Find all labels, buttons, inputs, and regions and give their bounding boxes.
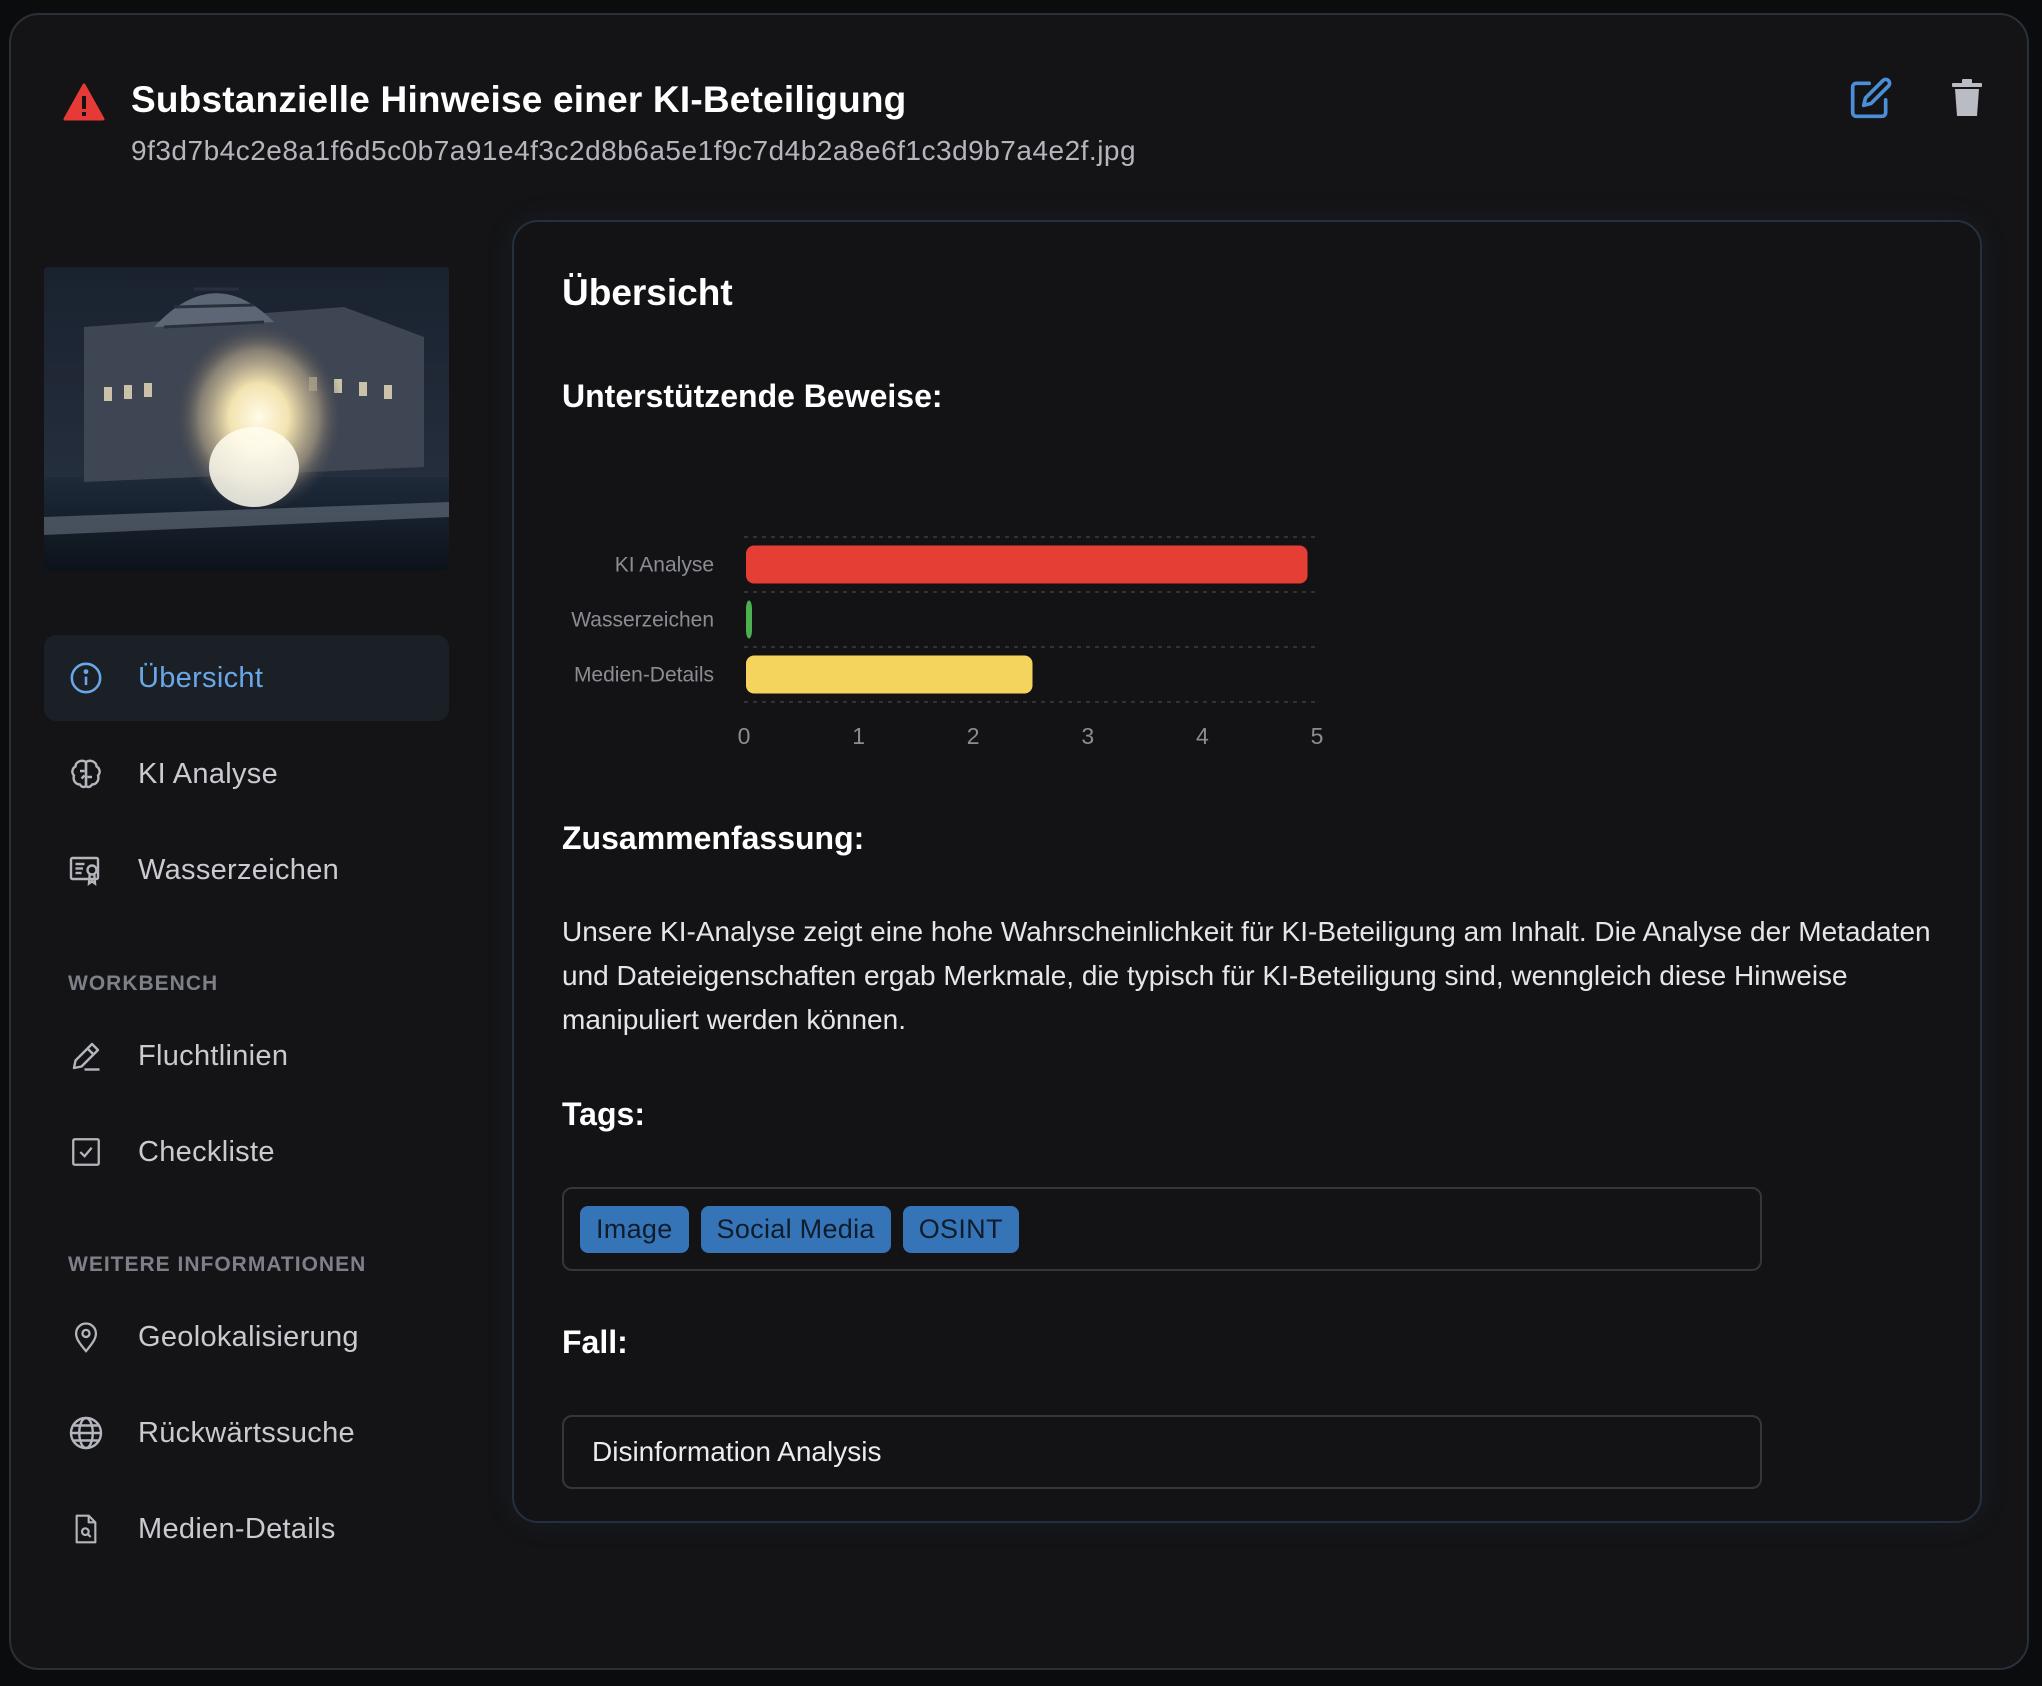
chart-bar xyxy=(746,655,1033,694)
tags-heading: Tags: xyxy=(562,1096,645,1132)
sidebar-item-label: Medien-Details xyxy=(138,1512,336,1545)
file-search-icon xyxy=(66,1509,106,1549)
sidebar-item-wasserzeichen[interactable]: Wasserzeichen xyxy=(44,827,449,913)
map-pin-icon xyxy=(66,1317,106,1357)
chart-tick-label: 5 xyxy=(1311,723,1324,749)
delete-button[interactable] xyxy=(1937,70,1997,130)
page-title: Substanzielle Hinweise einer KI-Beteilig… xyxy=(131,79,907,120)
chart-tick-label: 3 xyxy=(1081,723,1094,749)
sidebar-item-medien-details[interactable]: Medien-Details xyxy=(44,1486,449,1572)
globe-icon xyxy=(66,1413,106,1453)
sidebar-item-checkliste[interactable]: Checkliste xyxy=(44,1109,449,1195)
brain-icon xyxy=(66,754,106,794)
chart-tick-label: 1 xyxy=(852,723,865,749)
chart-bar xyxy=(746,600,752,639)
sidebar-item-label: KI Analyse xyxy=(138,757,279,790)
chart-bar xyxy=(746,545,1308,584)
sidebar-item-label: Fluchtlinien xyxy=(138,1039,289,1072)
sidebar-item-fluchtlinien[interactable]: Fluchtlinien xyxy=(44,1013,449,1099)
edit-icon xyxy=(1849,76,1893,125)
sidebar-item-uebersicht[interactable]: Übersicht xyxy=(44,635,449,721)
media-thumbnail xyxy=(44,267,449,571)
sidebar-item-label: Wasserzeichen xyxy=(138,853,340,886)
certificate-icon xyxy=(66,850,106,890)
sidebar-item-rueckwaertssuche[interactable]: Rückwärtssuche xyxy=(44,1390,449,1476)
overview-panel: Übersicht Unterstützende Beweise: KI Ana… xyxy=(512,220,1982,1523)
summary-heading: Zusammenfassung: xyxy=(562,820,865,856)
tag-chip[interactable]: Social Media xyxy=(700,1205,891,1253)
section-label-more-info: WEITERE INFORMATIONEN xyxy=(68,1253,367,1276)
pencil-icon xyxy=(66,1036,106,1076)
evidence-bar-chart: KI Analyse Wasserzeichen Medien-Details 0 1 2… xyxy=(571,536,1324,749)
chart-tick-label: 2 xyxy=(967,723,980,749)
sidebar-item-label: Checkliste xyxy=(138,1135,275,1168)
warning-triangle-icon xyxy=(61,79,107,125)
section-label-workbench: WORKBENCH xyxy=(68,972,219,995)
trash-icon xyxy=(1950,78,1984,123)
evidence-heading: Unterstützende Beweise: xyxy=(562,378,943,414)
sidebar-item-geolokalisierung[interactable]: Geolokalisierung xyxy=(44,1294,449,1380)
tag-chip[interactable]: Image xyxy=(580,1205,689,1253)
checkbox-icon xyxy=(66,1132,106,1172)
sidebar-item-label: Rückwärtssuche xyxy=(138,1416,355,1449)
tag-chip[interactable]: OSINT xyxy=(902,1205,1019,1253)
chart-category-label: KI Analyse xyxy=(615,554,714,577)
chart-tick-label: 0 xyxy=(738,723,751,749)
case-field[interactable]: Disinformation Analysis xyxy=(562,1415,1762,1489)
case-heading: Fall: xyxy=(562,1324,628,1360)
info-icon xyxy=(66,658,106,698)
chart-category-label: Wasserzeichen xyxy=(571,609,714,632)
summary-text: Unsere KI-Analyse zeigt eine hohe Wahrsc… xyxy=(562,916,1931,1035)
file-name: 9f3d7b4c2e8a1f6d5c0b7a91e4f3c2d8b6a5e1f9… xyxy=(131,135,1137,166)
tags-field[interactable]: Image Social Media OSINT xyxy=(562,1187,1762,1271)
chart-category-label: Medien-Details xyxy=(574,664,714,687)
analysis-window: Substanzielle Hinweise einer KI-Beteilig… xyxy=(9,13,2029,1670)
edit-button[interactable] xyxy=(1841,70,1901,130)
chart-tick-label: 4 xyxy=(1196,723,1209,749)
sidebar-item-label: Übersicht xyxy=(138,661,264,694)
panel-heading: Übersicht xyxy=(562,272,733,313)
sidebar-item-ki-analyse[interactable]: KI Analyse xyxy=(44,731,449,817)
sidebar-item-label: Geolokalisierung xyxy=(138,1320,359,1353)
